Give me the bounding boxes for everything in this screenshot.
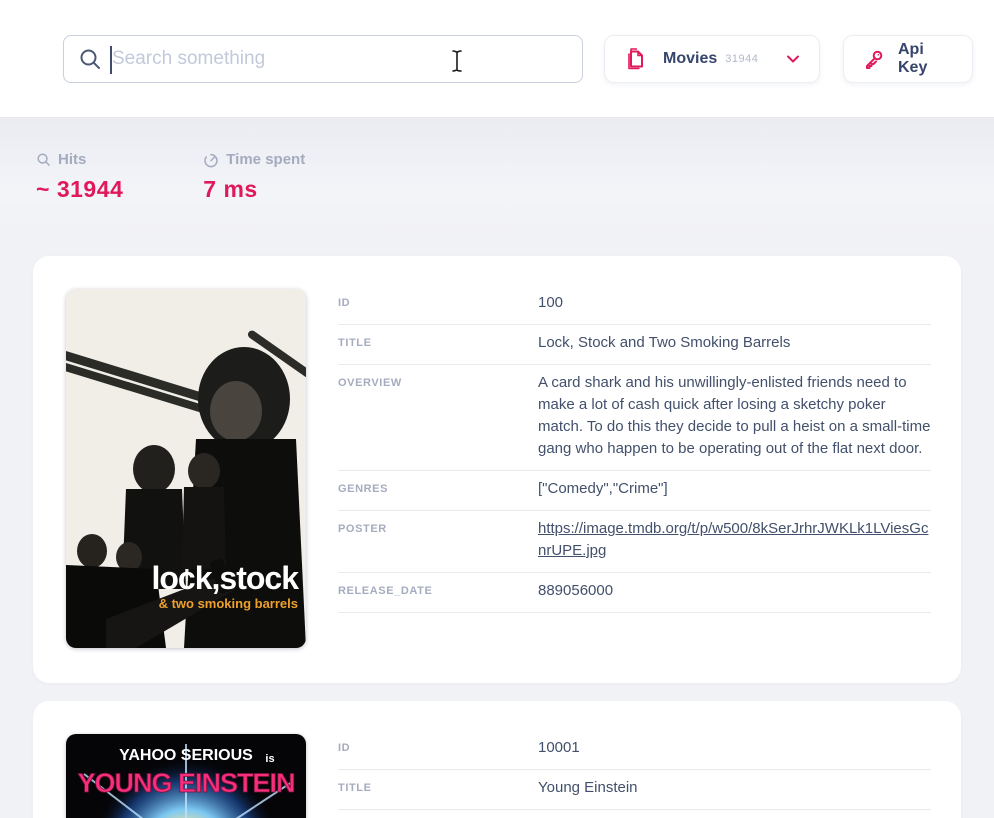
poster-topline-text: YAHOO SERIOUS [119,747,253,764]
field-value: 889056000 [538,580,931,602]
hits-value: ~ 31944 [36,176,123,203]
field-label: TITLE [338,332,538,354]
field-value: 10001 [538,737,931,759]
field-label: ID [338,737,538,759]
api-key-button-label: Api Key [898,41,954,77]
field-row-id: ID 100 [338,285,931,325]
field-value: A card shark and his unwillingly-enliste… [538,372,931,460]
poster-title-text: lock,stock [151,560,299,596]
chevron-down-icon [785,51,801,67]
search-input-wrapper[interactable] [63,35,583,83]
field-row-title: TITLE Lock, Stock and Two Smoking Barrel… [338,325,931,365]
field-row-genres: GENRES ["Comedy","Crime"] [338,471,931,511]
field-value: 100 [538,292,931,314]
field-label: ID [338,292,538,314]
index-selector-label: Movies [663,50,717,68]
field-label: TITLE [338,777,538,799]
index-selector-dropdown[interactable]: Movies 31944 [604,35,820,83]
document-fields: ID 10001 TITLE Young Einstein OVERVIEW A… [338,730,931,818]
field-row-id: ID 10001 [338,730,931,770]
index-document-count: 31944 [725,53,758,65]
poster-url-link[interactable]: https://image.tmdb.org/t/p/w500/8kSerJrh… [538,520,928,559]
time-spent-stat: Time spent 7 ms [203,151,305,238]
field-value: Lock, Stock and Two Smoking Barrels [538,332,931,354]
field-label: OVERVIEW [338,372,538,460]
key-icon [862,47,886,71]
header: Movies 31944 Api Key [0,0,994,118]
poster-title-text: YOUNG EINSTEIN [77,768,294,798]
search-input[interactable] [112,48,568,70]
movie-poster-lock-stock: lock,stock & two smoking barrels [66,289,306,648]
api-key-button[interactable]: Api Key [843,35,973,83]
mini-dashboard: Movies 31944 Api Key [0,0,994,818]
field-value: ["Comedy","Crime"] [538,478,931,500]
result-card: lock,stock & two smoking barrels ID 100 … [33,256,961,683]
time-spent-value: 7 ms [203,176,305,203]
field-row-release-date: RELEASE_DATE 889056000 [338,573,931,613]
hits-stat: Hits ~ 31944 [36,151,123,238]
text-caret [110,46,112,74]
search-icon [78,47,102,71]
field-label: POSTER [338,518,538,562]
result-card: YAHOO SERIOUS is YOUNG EINSTEIN ID 10001… [33,701,961,818]
poster-subtitle-text: & two smoking barrels [159,596,298,611]
gauge-icon [203,152,219,168]
hits-search-icon [36,152,51,167]
field-row-overview: OVERVIEW A card shark and his unwillingl… [338,365,931,471]
field-label: RELEASE_DATE [338,580,538,602]
document-fields: ID 100 TITLE Lock, Stock and Two Smoking… [338,285,931,648]
field-label: GENRES [338,478,538,500]
field-row-overview: OVERVIEW Albert Einstein is the son of a… [338,810,931,818]
results-list: lock,stock & two smoking barrels ID 100 … [0,238,994,818]
movie-poster-young-einstein: YAHOO SERIOUS is YOUNG EINSTEIN [66,734,306,818]
time-spent-label: Time spent [226,151,305,168]
hits-label: Hits [58,151,86,168]
field-row-poster: POSTER https://image.tmdb.org/t/p/w500/8… [338,511,931,573]
documents-icon [623,46,647,72]
field-row-title: TITLE Young Einstein [338,770,931,810]
field-value: https://image.tmdb.org/t/p/w500/8kSerJrh… [538,518,931,562]
field-value: Young Einstein [538,777,931,799]
poster-topline-suffix: is [265,753,274,765]
stats-bar: Hits ~ 31944 Time spent 7 ms [0,118,994,238]
